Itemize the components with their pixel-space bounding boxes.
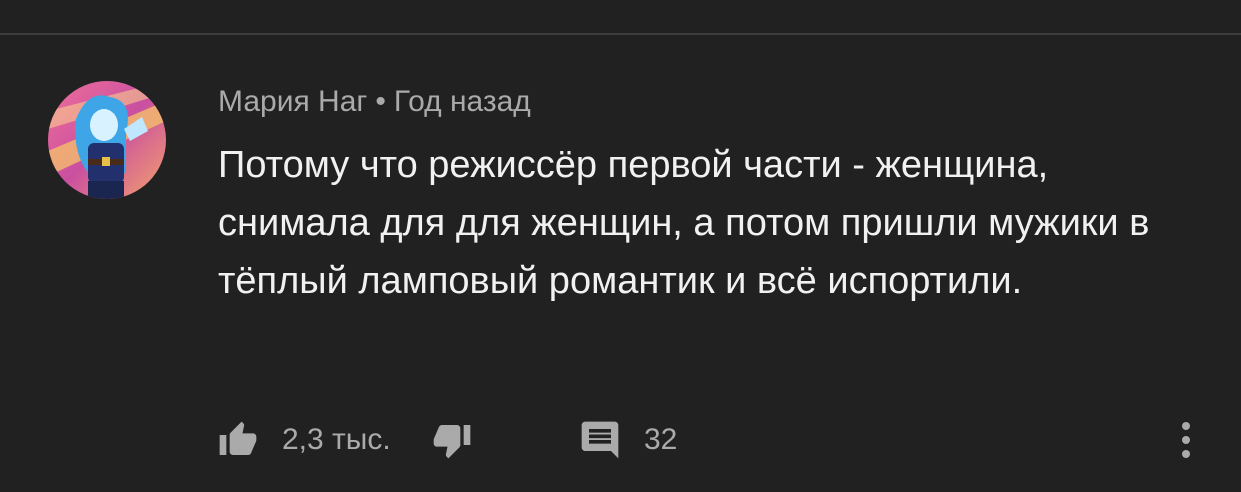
dislike-button[interactable]	[432, 412, 472, 468]
avatar-image	[48, 81, 166, 199]
like-count: 2,3 тыс.	[282, 423, 391, 456]
comment-timestamp[interactable]: Год назад	[394, 85, 531, 118]
comment-actions: 2,3 тыс. 32	[218, 412, 1218, 468]
comment-text: Потому что режиссёр первой части - женщи…	[218, 144, 1150, 302]
more-vertical-icon	[1168, 418, 1204, 462]
avatar[interactable]	[48, 81, 166, 199]
more-actions-button[interactable]	[1168, 412, 1204, 468]
thumbs-down-icon	[432, 420, 472, 460]
top-divider	[0, 33, 1241, 35]
replies-button[interactable]: 32	[578, 412, 677, 468]
comment-icon	[578, 418, 622, 462]
author-name[interactable]: Мария Наг	[218, 85, 367, 118]
comment: Мария Наг • Год назад Потому что режиссёр …	[218, 80, 1178, 310]
thumbs-up-icon	[218, 420, 258, 460]
comment-header: Мария Наг • Год назад	[218, 80, 1178, 124]
reply-count: 32	[644, 423, 678, 456]
header-separator: •	[375, 85, 386, 118]
like-button[interactable]: 2,3 тыс.	[218, 412, 391, 468]
